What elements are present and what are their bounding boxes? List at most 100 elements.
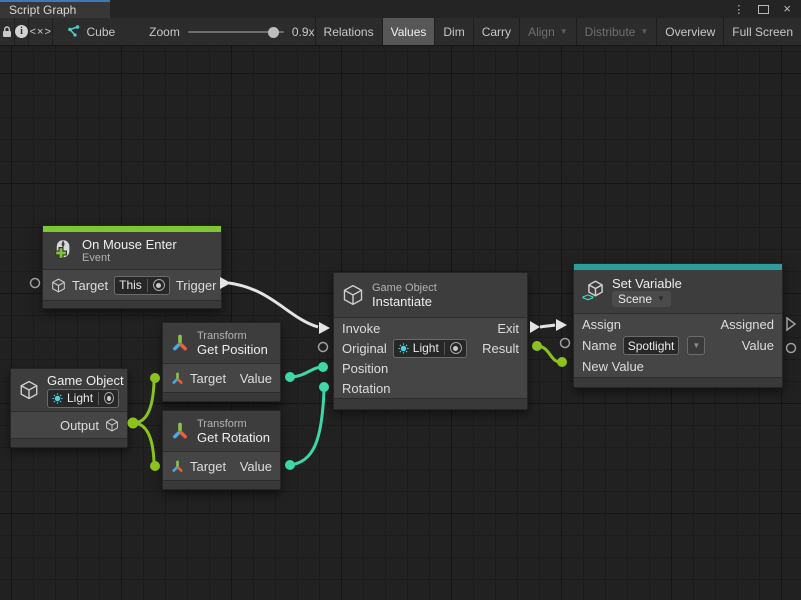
node-set-variable[interactable]: <> Set Variable Scene ▼ Assign Assigned … [573,263,783,388]
carry-button[interactable]: Carry [473,18,519,45]
assign-input-port[interactable] [556,319,567,331]
transform-icon [171,334,189,352]
node-get-rotation[interactable]: Transform Get Rotation Target Value [162,410,281,490]
lock-button[interactable] [0,18,15,45]
result-port-label: Result [482,341,519,356]
wire-output-to-getpos-target [133,382,154,423]
node-on-mouse-enter[interactable]: On Mouse Enter Event Target This Trigger [42,225,222,309]
zoom-slider[interactable] [188,31,284,33]
node-category: Transform [197,418,270,430]
node-title: Get Position [197,342,268,357]
invoke-input-port[interactable] [319,322,330,334]
original-input-port[interactable] [319,343,328,352]
wire-getpos-to-position [290,367,322,377]
transform-icon [171,422,189,440]
info-button[interactable]: i [15,18,29,45]
chevron-down-icon: ▼ [692,342,700,350]
object-picker-icon[interactable] [104,392,114,404]
object-picker-icon[interactable] [153,279,165,291]
target-port-label: Target [190,459,226,474]
node-title: Instantiate [372,294,437,309]
rotation-port-label: Rotation [342,381,390,396]
node-title: On Mouse Enter [82,237,177,252]
tab-script-graph[interactable]: Script Graph [0,0,110,18]
light-object-field[interactable]: Light [47,389,119,408]
getrot-target-port[interactable] [150,461,160,471]
cube-icon [342,284,364,306]
values-button[interactable]: Values [382,18,435,45]
view-buttons: Relations Values Dim Carry Align▼ Distri… [315,18,801,45]
exit-output-port[interactable] [530,321,540,333]
name-port-label: Name [582,338,617,353]
variable-name-field[interactable]: Spotlight [623,336,680,355]
node-game-object-literal[interactable]: Game Object Light Output [10,368,128,448]
getpos-value-port[interactable] [285,372,295,382]
info-icon: i [15,25,28,38]
variable-name-dropdown-button[interactable]: ▼ [687,336,705,355]
exit-port-label: Exit [497,321,519,336]
value-port-label: Value [240,459,272,474]
position-input-port[interactable] [318,362,328,372]
align-button[interactable]: Align▼ [519,18,576,45]
light-icon [52,393,63,404]
insert-unit-button[interactable]: <×> [29,18,53,45]
set-variable-icon: <> [582,280,604,304]
graph-canvas[interactable]: On Mouse Enter Event Target This Trigger [0,46,801,600]
rotation-input-port[interactable] [319,382,329,392]
cube-icon [51,278,66,293]
graph-breadcrumb[interactable]: Cube [53,18,115,45]
mouse-event-icon [51,239,74,262]
fullscreen-button[interactable]: Full Screen [723,18,801,45]
target-object-field[interactable]: This [114,276,170,295]
node-category: Transform [197,330,268,342]
transform-icon [171,460,184,473]
distribute-button[interactable]: Distribute▼ [576,18,657,45]
chevron-down-icon: ▼ [560,28,568,36]
relations-button[interactable]: Relations [315,18,382,45]
wire-exit-to-assign [540,325,555,327]
getpos-target-port[interactable] [150,373,160,383]
node-title: Set Variable [612,276,682,291]
node-category: Game Object [372,282,437,294]
node-instantiate[interactable]: Game Object Instantiate Invoke Exit Orig… [333,272,528,410]
chevron-down-icon: ▼ [657,295,665,303]
new-value-port-label: New Value [582,359,644,374]
invoke-port-label: Invoke [342,321,380,336]
output-port-label: Output [60,418,99,433]
title-bar: Script Graph ⋮ × [0,0,801,18]
assigned-port-label: Assigned [721,317,774,332]
close-icon[interactable]: × [783,4,791,14]
node-subtitle: Event [82,252,177,264]
output-port[interactable] [128,418,139,429]
wire-getrot-to-rotation [290,390,324,465]
window-menu-icon[interactable]: ⋮ [733,3,744,16]
assigned-output-port[interactable] [787,318,795,330]
event-target-port[interactable] [31,279,40,288]
variable-scope-dropdown[interactable]: Scene ▼ [612,291,671,307]
name-input-port[interactable] [561,339,570,348]
value-port-label: Value [742,338,774,353]
zoom-label: Zoom [149,25,180,39]
cube-icon [19,380,39,400]
new-value-input-port[interactable] [557,357,567,367]
node-title: Game Object [47,373,119,388]
variable-tag-icon: <> [582,292,593,304]
maximize-icon[interactable] [758,5,769,14]
cube-icon [105,418,119,432]
wire-result-to-new-value [537,346,560,362]
assign-port-label: Assign [582,317,621,332]
graph-toolbar: i <×> Cube Zoom 0.9x Relations Values Di… [0,18,801,46]
object-picker-icon[interactable] [450,342,462,354]
node-get-position[interactable]: Transform Get Position Target Value [162,322,281,402]
overview-button[interactable]: Overview [656,18,723,45]
window-controls: ⋮ × [733,0,801,18]
zoom-slider-handle[interactable] [268,27,279,38]
chevron-down-icon: ▼ [640,28,648,36]
value-output-port[interactable] [787,344,796,353]
wire-output-to-getrot-target [133,423,154,462]
graph-name: Cube [86,25,115,39]
dim-button[interactable]: Dim [434,18,472,45]
result-output-port[interactable] [532,341,542,351]
getrot-value-port[interactable] [285,460,295,470]
original-object-field[interactable]: Light [393,339,467,358]
